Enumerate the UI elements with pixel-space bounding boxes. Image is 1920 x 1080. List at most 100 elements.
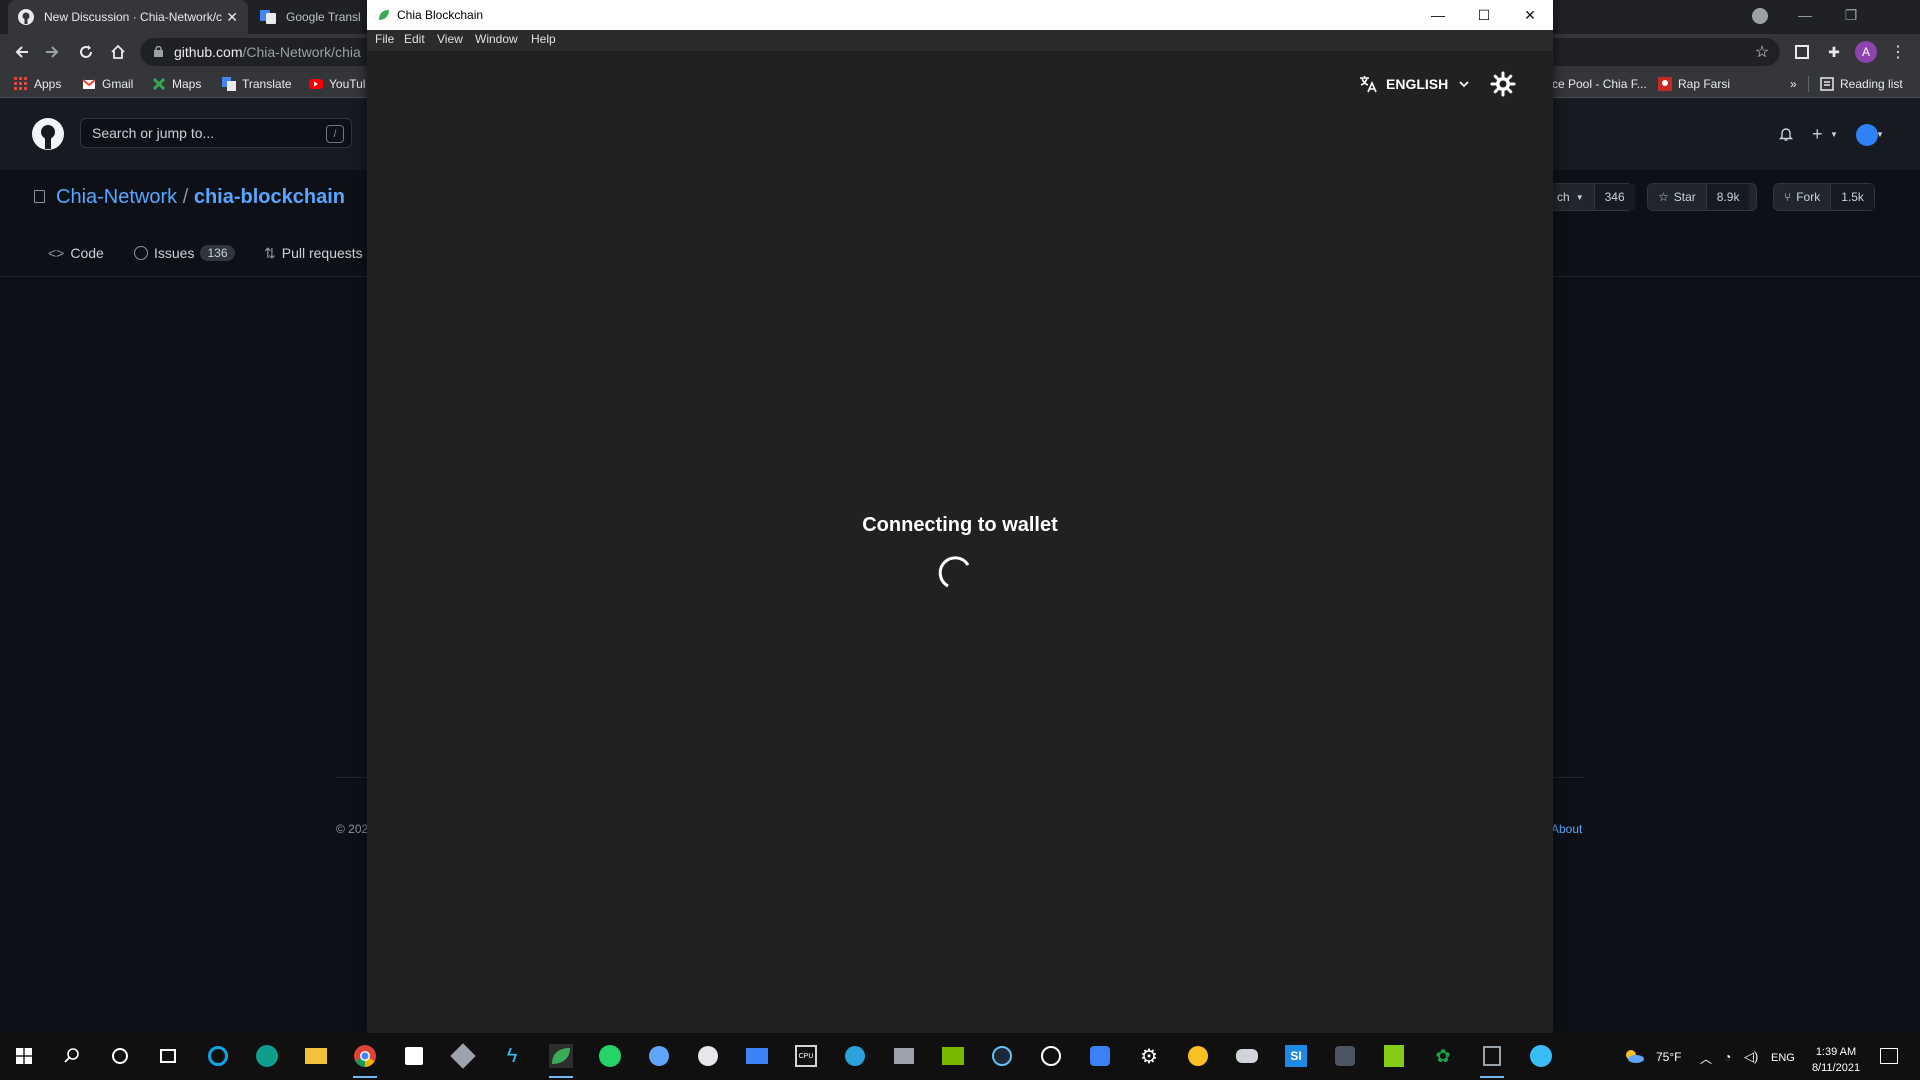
minimize-icon[interactable]: —	[1415, 0, 1461, 30]
menu-edit[interactable]: Edit	[404, 32, 425, 46]
language-selector[interactable]: ENGLISH	[1358, 72, 1470, 96]
app-sync-icon[interactable]	[643, 1040, 675, 1072]
maximize-icon[interactable]: ☐	[1461, 0, 1507, 30]
app-drive-icon[interactable]	[1231, 1040, 1263, 1072]
nvidia-icon[interactable]	[937, 1040, 969, 1072]
fork-button[interactable]: ⑂ Fork 1.5k	[1773, 183, 1875, 211]
menu-icon[interactable]: ⋮	[1886, 40, 1910, 64]
pull-request-icon: ⇅	[264, 244, 276, 261]
file-explorer-icon[interactable]	[300, 1040, 332, 1072]
app-circle-icon[interactable]	[1182, 1040, 1214, 1072]
fork-count: 1.5k	[1830, 184, 1874, 210]
home-icon[interactable]	[106, 40, 130, 64]
chia-title-bar[interactable]	[367, 0, 1553, 30]
star-label: ☆ Star	[1648, 184, 1706, 210]
bookmark-star-icon[interactable]: ☆	[1750, 40, 1774, 64]
browser-tab-github[interactable]: New Discussion · Chia-Network/c ✕	[8, 0, 248, 34]
bookmark-rap-farsi[interactable]: Rap Farsi	[1658, 70, 1730, 98]
bookmark-gmail[interactable]: Gmail	[82, 70, 133, 98]
menu-file[interactable]: File	[375, 32, 394, 46]
app-refresh-icon[interactable]	[1084, 1040, 1116, 1072]
repo-owner-link[interactable]: Chia-Network	[56, 186, 177, 208]
address-text: github.com/Chia-Network/chia	[174, 44, 361, 60]
app-folder-icon[interactable]	[888, 1040, 920, 1072]
bookmark-label: ce Pool - Chia F...	[1552, 77, 1647, 91]
tab-search-icon[interactable]	[1752, 8, 1768, 24]
app-lightning-icon[interactable]: ϟ	[496, 1040, 528, 1072]
profile-avatar[interactable]: A	[1855, 41, 1877, 63]
back-icon[interactable]	[10, 40, 34, 64]
steam-icon[interactable]	[986, 1040, 1018, 1072]
mail-icon[interactable]	[741, 1040, 773, 1072]
browser-tab-translate[interactable]: Google Translat	[250, 0, 370, 34]
whatsapp-icon[interactable]	[594, 1040, 626, 1072]
volume-icon[interactable]: ◁)	[1744, 1049, 1758, 1065]
forward-icon[interactable]	[40, 40, 64, 64]
cortana-ring-icon[interactable]	[202, 1040, 234, 1072]
bookmark-apps[interactable]: Apps	[14, 70, 61, 98]
watch-label-text: ch	[1557, 190, 1570, 204]
theme-toggle-icon[interactable]	[1490, 71, 1516, 97]
weather-temp[interactable]: 75°F	[1656, 1050, 1681, 1064]
telegram-icon[interactable]	[839, 1040, 871, 1072]
input-language[interactable]: ENG	[1771, 1052, 1795, 1064]
store-icon[interactable]	[398, 1040, 430, 1072]
notifications-icon[interactable]	[1880, 1048, 1898, 1064]
minimize-icon[interactable]: —	[1782, 0, 1828, 30]
app-terminal-icon[interactable]	[1476, 1040, 1508, 1078]
windows-start-icon[interactable]	[8, 1040, 40, 1072]
search-icon[interactable]	[56, 1040, 88, 1072]
speedometer-icon[interactable]	[1035, 1040, 1067, 1072]
watch-button[interactable]: ch ▼ 346	[1546, 183, 1635, 211]
bookmark-pool[interactable]: ce Pool - Chia F...	[1552, 70, 1647, 98]
reading-list-button[interactable]: Reading list	[1820, 70, 1903, 98]
tab-pull-requests[interactable]: ⇅ Pull requests	[264, 243, 363, 263]
xbox-icon[interactable]	[692, 1040, 724, 1072]
app-green-icon[interactable]	[1378, 1040, 1410, 1072]
app-plant-icon[interactable]: ✿	[1427, 1040, 1459, 1072]
task-view-icon[interactable]	[152, 1040, 184, 1072]
star-count: 8.9k	[1705, 184, 1750, 210]
github-search-placeholder: Search or jump to...	[92, 125, 215, 141]
star-button[interactable]: ☆ Star 8.9k	[1647, 183, 1757, 211]
notification-bell-icon[interactable]	[1778, 126, 1794, 142]
edge-icon[interactable]	[251, 1040, 283, 1072]
footer-about-link[interactable]: About	[1551, 822, 1582, 836]
bookmark-maps[interactable]: Maps	[152, 70, 201, 98]
chia-taskbar-icon[interactable]	[545, 1040, 577, 1078]
menu-window[interactable]: Window	[475, 32, 518, 46]
app-gear-icon[interactable]: ⚙	[1133, 1040, 1165, 1072]
user-avatar[interactable]	[1856, 124, 1878, 146]
menu-help[interactable]: Help	[531, 32, 556, 46]
cpuz-icon[interactable]: CPU	[790, 1040, 822, 1072]
bookmark-translate[interactable]: Translate	[222, 70, 292, 98]
chrome-icon[interactable]	[349, 1040, 381, 1078]
github-logo-icon[interactable]	[32, 118, 64, 150]
extensions-icon[interactable]: ✚	[1822, 40, 1846, 64]
cortana-icon[interactable]	[104, 1040, 136, 1072]
fork-label-text: Fork	[1796, 190, 1821, 204]
menu-view[interactable]: View	[437, 32, 463, 46]
translate-icon	[1360, 76, 1377, 93]
app-browser-icon[interactable]	[1525, 1040, 1557, 1072]
app-cube-icon[interactable]	[447, 1040, 479, 1072]
app-dark-icon[interactable]	[1329, 1040, 1361, 1072]
tab-issues[interactable]: Issues 136	[134, 243, 235, 263]
url-path: /Chia-Network/chia	[242, 44, 361, 60]
close-icon[interactable]: ✕	[1507, 0, 1553, 30]
reload-icon[interactable]	[74, 40, 98, 64]
qr-extension-icon[interactable]	[1790, 40, 1814, 64]
wifi-icon[interactable]: ◔	[1724, 1050, 1731, 1064]
connecting-status-text: Connecting to wallet	[862, 514, 1058, 536]
tab-code[interactable]: <> Code	[48, 243, 104, 263]
create-new-plus-icon[interactable]: +	[1812, 124, 1823, 145]
repo-name-link[interactable]: chia-blockchain	[194, 186, 345, 208]
bookmarks-divider	[1808, 76, 1809, 92]
bookmarks-overflow-button[interactable]: »	[1790, 70, 1797, 98]
system-clock[interactable]: 1:39 AM 8/11/2021	[1805, 1044, 1867, 1076]
chevron-up-icon[interactable]: ︿	[1700, 1050, 1712, 1067]
app-si-icon[interactable]: SI	[1280, 1040, 1312, 1072]
restore-icon[interactable]: ❐	[1828, 0, 1874, 30]
bookmark-youtube[interactable]: YouTul	[309, 70, 365, 98]
close-tab-icon[interactable]: ✕	[226, 9, 238, 26]
